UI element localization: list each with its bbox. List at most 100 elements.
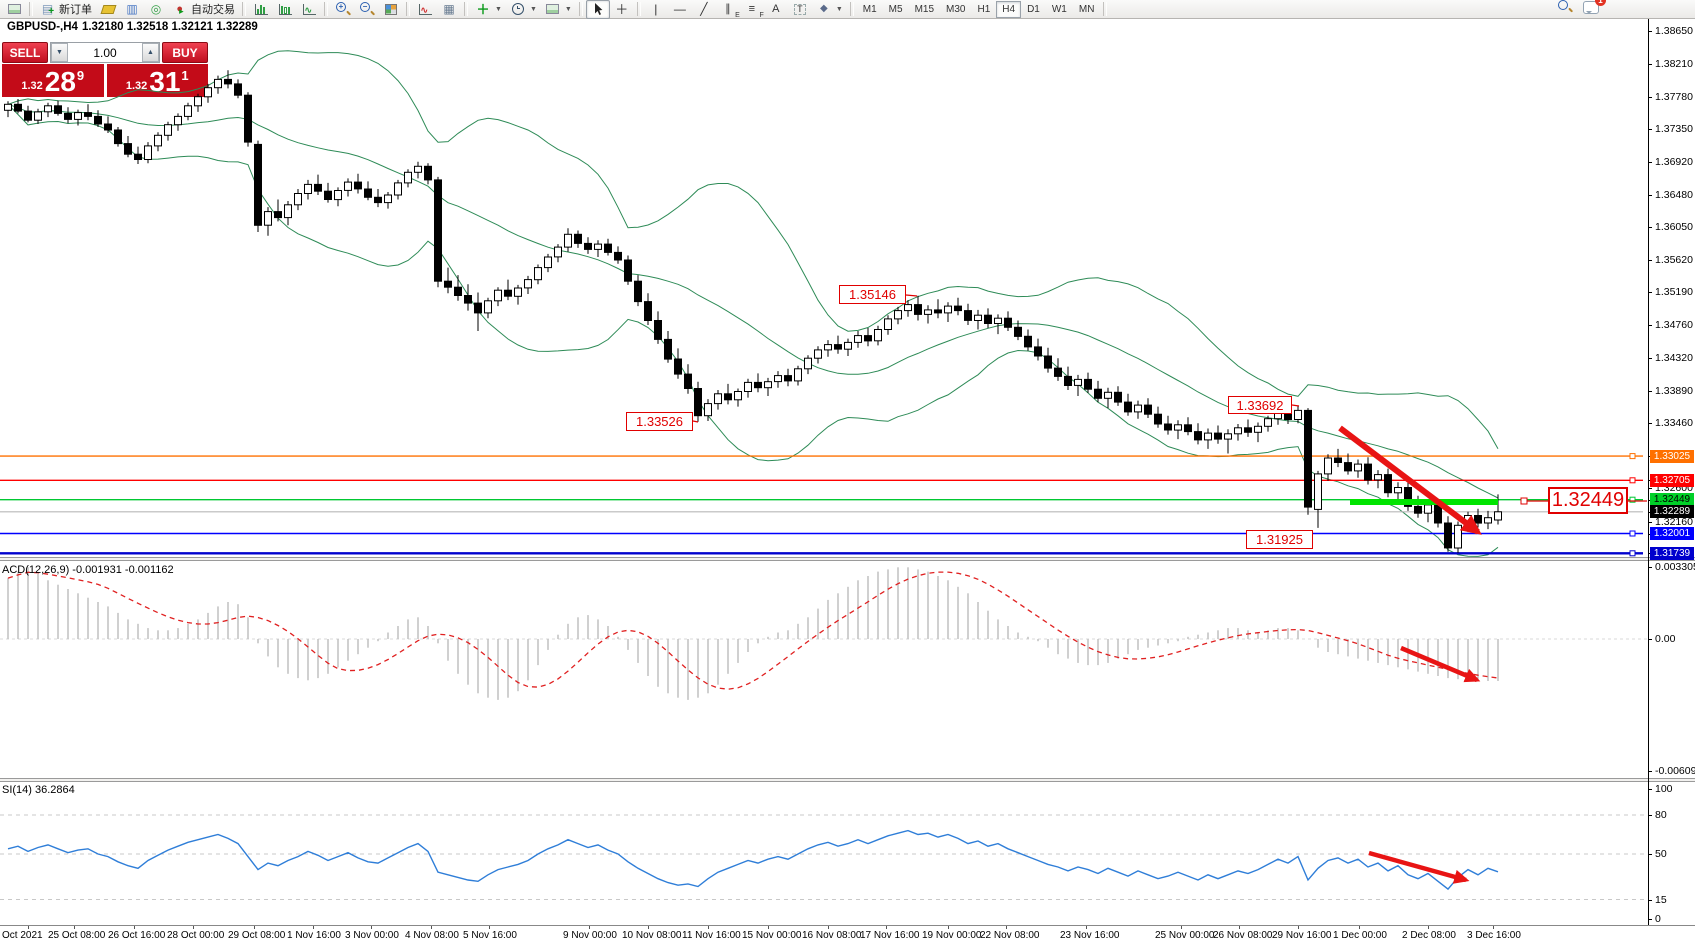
rsi-indicator-panel[interactable] [0, 782, 1648, 925]
hline-handle [1630, 531, 1635, 536]
macd-indicator-panel[interactable] [0, 561, 1648, 778]
crosshair-button[interactable]: ＋ [610, 0, 634, 19]
candle [1025, 330, 1032, 351]
candle [105, 116, 112, 133]
zoom-in-button[interactable]: + [331, 0, 355, 19]
candle [835, 336, 842, 354]
bar-chart-button[interactable] [249, 0, 273, 19]
time-tick-label: 15 Nov 00:00 [742, 930, 802, 941]
horizontal-line-button[interactable]: — [668, 0, 692, 19]
timeframe-m30[interactable]: M30 [940, 1, 971, 18]
time-tick-label: 23 Nov 16:00 [1060, 930, 1120, 941]
candle [125, 136, 132, 157]
bb-lower [8, 104, 1498, 556]
auto-trading-button-label: 自动交易 [191, 1, 235, 17]
candle [115, 127, 122, 147]
marker-button[interactable] [96, 0, 120, 19]
candle [345, 178, 352, 196]
time-tick-label: 10 Nov 08:00 [622, 930, 682, 941]
hline-handle [1630, 454, 1635, 459]
time-tick-label: 1 Nov 16:00 [287, 930, 341, 941]
candle [1315, 471, 1322, 528]
candle [475, 293, 482, 332]
text-label-button[interactable]: T [788, 0, 812, 19]
candle [235, 79, 242, 98]
cursor-button[interactable] [586, 0, 610, 19]
text-icon: A [768, 2, 784, 17]
timeframe-h4[interactable]: H4 [996, 1, 1021, 18]
candle [135, 147, 142, 164]
signals-button[interactable]: ◎ [144, 0, 168, 19]
tile-windows-button[interactable] [379, 0, 403, 19]
indicators-button[interactable]: ∿ [413, 0, 437, 19]
zoom-out-button[interactable]: − [355, 0, 379, 19]
chart-image-button[interactable]: ▼ [541, 0, 576, 19]
equidistant-channel-button[interactable]: ∥E [716, 0, 740, 19]
price-tick-label: 1.38210 [1655, 58, 1693, 70]
time-tick-label: 16 Nov 08:00 [802, 930, 862, 941]
fibonacci-button[interactable]: ≡F [740, 0, 764, 19]
candle [1385, 469, 1392, 498]
rsi-line [8, 831, 1498, 890]
toolbar-separator [242, 2, 246, 16]
new-order-button[interactable]: ▤+新订单 [36, 0, 96, 19]
candle [625, 256, 632, 285]
timeframe-m1[interactable]: M1 [857, 1, 883, 18]
candlestick-chart-button[interactable] [273, 0, 297, 19]
time-tick-label: 3 Dec 16:00 [1467, 930, 1521, 941]
news-button[interactable]: ▥ [120, 0, 144, 19]
timeframe-d1[interactable]: D1 [1021, 1, 1046, 18]
timeframe-w1[interactable]: W1 [1046, 1, 1073, 18]
timeframe-mn[interactable]: MN [1073, 1, 1101, 18]
timeframe-h1[interactable]: H1 [971, 1, 996, 18]
candle [935, 299, 942, 318]
add-indicator-button[interactable]: ＋▼ [471, 0, 506, 19]
bb-upper [8, 51, 1498, 449]
templates-button[interactable]: ▦ [437, 0, 461, 19]
candle [485, 298, 492, 318]
chart-window-button[interactable] [2, 0, 26, 19]
time-tick-mark [1006, 926, 1007, 929]
timeframe-m15[interactable]: M15 [909, 1, 940, 18]
candle [515, 285, 522, 305]
candle [425, 163, 432, 184]
chat-button[interactable]: 1 [1583, 0, 1599, 19]
price-tick-label: 1.34760 [1655, 319, 1693, 331]
text-button[interactable]: A [764, 0, 788, 19]
candle [245, 92, 252, 146]
candle [775, 371, 782, 388]
toolbar-separator [579, 2, 583, 16]
candle [295, 189, 302, 210]
dropdown-arrow-icon: ▼ [530, 6, 537, 13]
time-axis[interactable]: Oct 202125 Oct 08:0026 Oct 16:0028 Oct 0… [0, 925, 1695, 941]
search-button[interactable] [1557, 0, 1573, 19]
candle [1355, 460, 1362, 478]
time-tick-mark [768, 926, 769, 929]
candle [805, 355, 812, 374]
trendline-button[interactable]: ╱ [692, 0, 716, 19]
candle [635, 275, 642, 306]
timeframe-m5[interactable]: M5 [883, 1, 909, 18]
price-tick-label: 1.32600 [1655, 482, 1693, 494]
periods-button[interactable]: ▼ [506, 0, 541, 19]
dropdown-arrow-icon: ▼ [836, 6, 843, 13]
candle [745, 379, 752, 398]
candle [955, 298, 962, 315]
time-tick-mark [371, 926, 372, 929]
candle [85, 104, 92, 120]
bar-chart-icon [253, 2, 269, 17]
candlestick-chart[interactable] [0, 19, 1648, 557]
vertical-line-button[interactable]: | [644, 0, 668, 19]
candle [1205, 429, 1212, 449]
candle [995, 314, 1002, 334]
new-order-button-label: 新订单 [59, 1, 92, 17]
line-chart-button[interactable]: ∿ [297, 0, 321, 19]
shapes-button[interactable]: ◆▼ [812, 0, 847, 19]
period-icon [510, 2, 526, 17]
auto-trading-button[interactable]: ●▸自动交易 [168, 0, 239, 19]
candle [795, 366, 802, 386]
price-level-label: 1.32705 [1650, 474, 1694, 487]
macd-tick-label: 0.003305 [1655, 561, 1695, 573]
time-tick-label: 28 Oct 00:00 [167, 930, 224, 941]
time-tick-mark [74, 926, 75, 929]
